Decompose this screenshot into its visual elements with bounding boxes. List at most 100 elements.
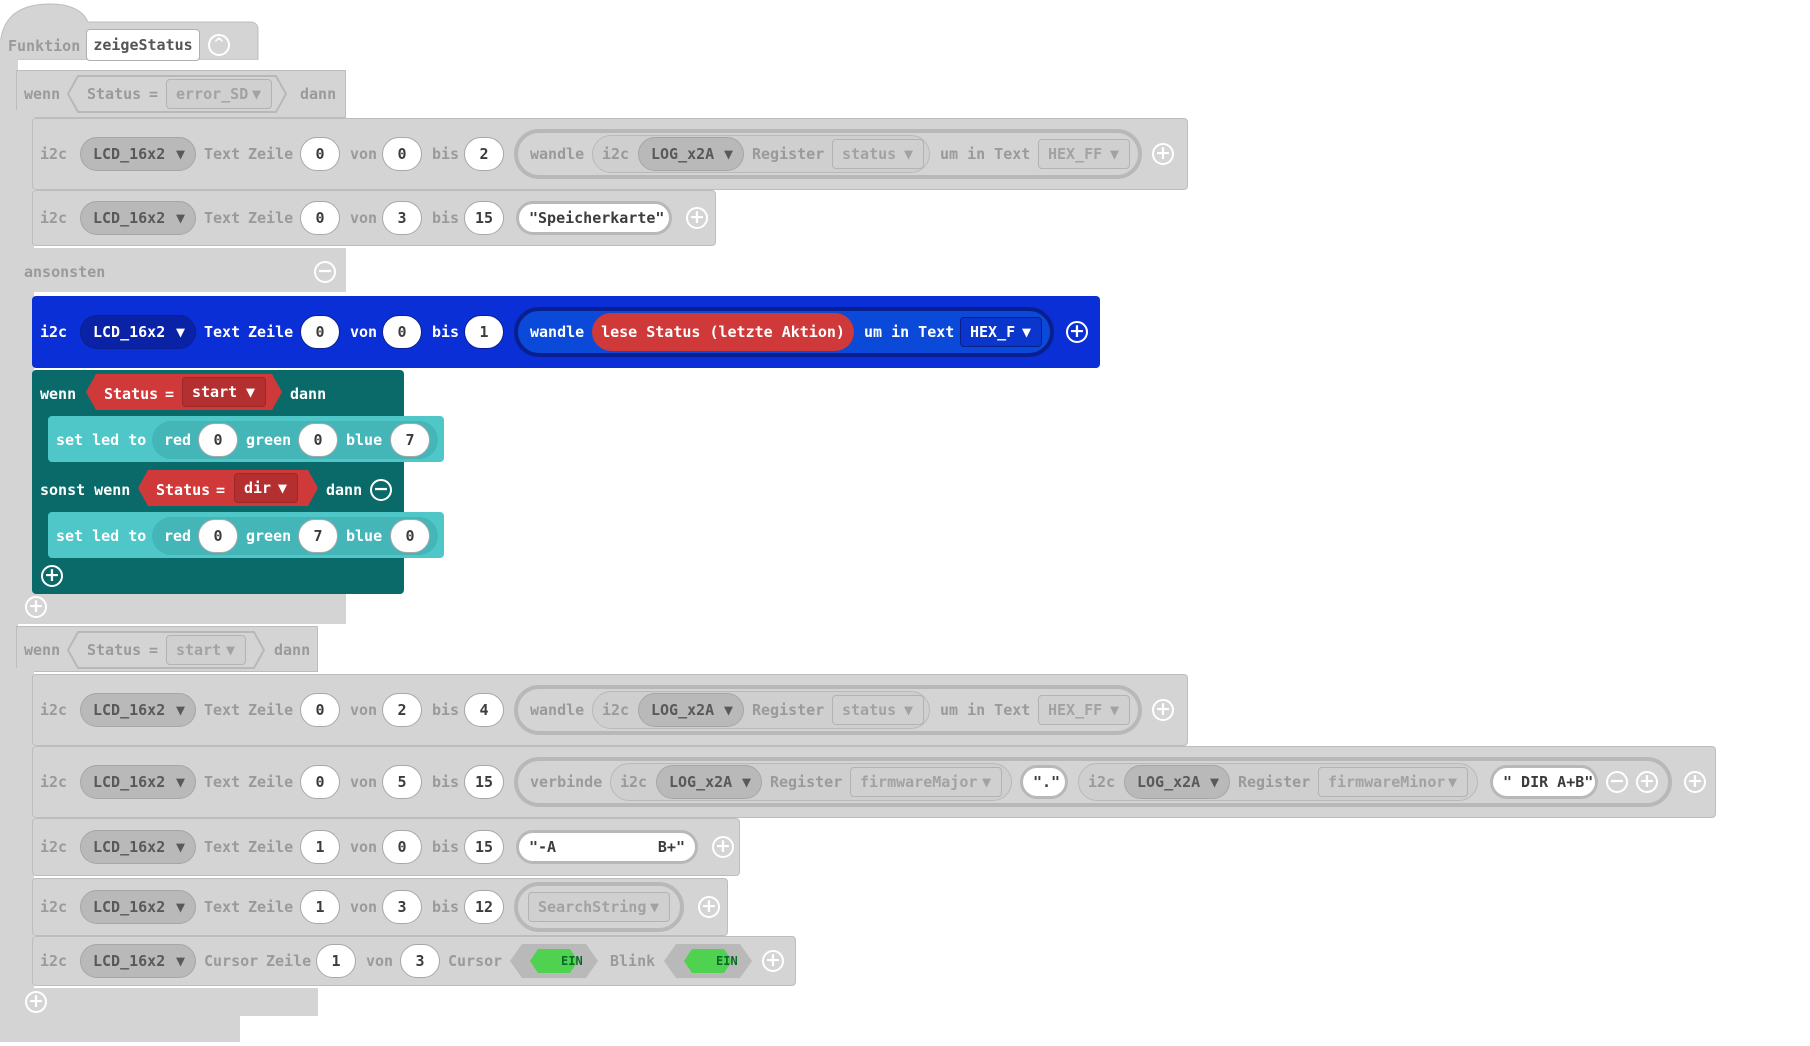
string-input[interactable]: " DIR A+B" xyxy=(1490,765,1598,799)
register-label: Register xyxy=(1238,773,1311,791)
add-icon[interactable]: + xyxy=(1636,771,1658,793)
von-input[interactable]: 3 xyxy=(400,944,440,978)
bis-input[interactable]: 1 xyxy=(464,315,504,349)
add-icon[interactable]: + xyxy=(1684,771,1706,793)
add-icon[interactable]: + xyxy=(1066,321,1088,343)
von-input[interactable]: 0 xyxy=(382,137,422,171)
add-icon[interactable]: + xyxy=(41,565,63,587)
von-input[interactable]: 2 xyxy=(382,693,422,727)
bis-input[interactable]: 15 xyxy=(464,830,504,864)
von-input[interactable]: 3 xyxy=(382,890,422,924)
chevron-down-icon: ▼ xyxy=(175,898,185,916)
device-dropdown[interactable]: LOG_x2A ▼ xyxy=(638,137,744,171)
um-in-text-label: um in Text xyxy=(940,701,1031,719)
remove-icon[interactable]: − xyxy=(314,261,336,283)
else-if-keyword: sonst wenn xyxy=(40,481,131,499)
blue-input[interactable]: 0 xyxy=(390,519,430,553)
collapse-icon[interactable]: ^ xyxy=(208,34,230,56)
von-input[interactable]: 5 xyxy=(382,765,422,799)
join-label: verbinde xyxy=(530,773,603,791)
zeile-input[interactable]: 1 xyxy=(300,890,340,924)
format-dropdown[interactable]: HEX_FF ▼ xyxy=(1038,695,1130,725)
chevron-down-icon: ▼ xyxy=(649,898,659,916)
red-input[interactable]: 0 xyxy=(198,423,238,457)
zeile-input[interactable]: 0 xyxy=(300,315,340,349)
von-input[interactable]: 0 xyxy=(382,315,422,349)
format-dropdown[interactable]: HEX_FF ▼ xyxy=(1038,139,1130,169)
bis-input[interactable]: 15 xyxy=(464,765,504,799)
read-status-block[interactable]: lese Status (letzte Aktion) xyxy=(592,313,854,351)
add-icon[interactable]: + xyxy=(686,207,708,229)
status-dropdown[interactable]: dir ▼ xyxy=(234,473,298,503)
device-dropdown[interactable]: LCD_16x2 ▼ xyxy=(80,890,196,924)
text-label: Text xyxy=(204,145,241,163)
register-dropdown[interactable]: status ▼ xyxy=(832,695,924,725)
add-icon[interactable]: + xyxy=(1152,143,1174,165)
register-dropdown[interactable]: firmwareMinor ▼ xyxy=(1318,767,1468,797)
add-icon[interactable]: + xyxy=(698,896,720,918)
von-label: von xyxy=(350,838,378,856)
toggle-blink[interactable] xyxy=(662,942,754,980)
else-keyword: ansonsten xyxy=(24,263,106,281)
device-dropdown[interactable]: LOG_x2A ▼ xyxy=(638,693,744,727)
bis-input[interactable]: 2 xyxy=(464,137,504,171)
zeile-label: Zeile xyxy=(248,145,294,163)
device-dropdown[interactable]: LCD_16x2 ▼ xyxy=(80,944,196,978)
condition-var: Status xyxy=(87,641,142,659)
device-dropdown[interactable]: LCD_16x2 ▼ xyxy=(80,830,196,864)
bis-input[interactable]: 12 xyxy=(464,890,504,924)
string-input[interactable]: "." xyxy=(1020,765,1068,799)
status-dropdown[interactable]: error_SD ▼ xyxy=(166,79,272,109)
device-dropdown[interactable]: LCD_16x2 ▼ xyxy=(80,315,196,349)
zeile-input[interactable]: 0 xyxy=(300,201,340,235)
device-dropdown[interactable]: LCD_16x2 ▼ xyxy=(80,201,196,235)
register-dropdown[interactable]: firmwareMajor ▼ xyxy=(850,767,1002,797)
bis-label: bis xyxy=(432,773,460,791)
chevron-down-icon: ▼ xyxy=(175,952,185,970)
string-input[interactable]: "-A B+" xyxy=(516,830,698,864)
zeile-input[interactable]: 0 xyxy=(300,137,340,171)
function-name-field[interactable]: zeigeStatus xyxy=(86,29,200,61)
add-icon[interactable]: + xyxy=(25,596,47,618)
string-input[interactable]: "Speicherkarte" xyxy=(516,201,672,235)
zeile-input[interactable]: 1 xyxy=(300,830,340,864)
device-dropdown[interactable]: LOG_x2A ▼ xyxy=(656,765,762,799)
format-dropdown[interactable]: HEX_F ▼ xyxy=(960,317,1042,347)
remove-icon[interactable]: − xyxy=(1606,771,1628,793)
von-input[interactable]: 0 xyxy=(382,830,422,864)
chevron-down-icon: ▼ xyxy=(175,773,185,791)
device-dropdown[interactable]: LCD_16x2 ▼ xyxy=(80,765,196,799)
i2c-label: i2c xyxy=(620,773,648,791)
i2c-label: i2c xyxy=(1088,773,1116,791)
green-input[interactable]: 0 xyxy=(298,423,338,457)
status-dropdown[interactable]: start ▼ xyxy=(182,377,266,407)
if-keyword: wenn xyxy=(24,641,61,659)
von-input[interactable]: 3 xyxy=(382,201,422,235)
zeile-input[interactable]: 1 xyxy=(316,944,356,978)
device-dropdown[interactable]: LCD_16x2 ▼ xyxy=(80,693,196,727)
add-icon[interactable]: + xyxy=(25,991,47,1013)
blue-input[interactable]: 7 xyxy=(390,423,430,457)
status-dropdown[interactable]: start ▼ xyxy=(166,635,246,665)
register-label: Register xyxy=(752,145,825,163)
bis-label: bis xyxy=(432,145,460,163)
device-dropdown[interactable]: LOG_x2A ▼ xyxy=(1124,765,1230,799)
zeile-label: Zeile xyxy=(248,898,294,916)
green-input[interactable]: 7 xyxy=(298,519,338,553)
bis-input[interactable]: 15 xyxy=(464,201,504,235)
variable-dropdown[interactable]: SearchString ▼ xyxy=(528,892,670,922)
chevron-down-icon: ▼ xyxy=(1109,701,1119,719)
add-icon[interactable]: + xyxy=(712,836,734,858)
text-label: Text xyxy=(204,898,241,916)
register-dropdown[interactable]: status ▼ xyxy=(832,139,924,169)
add-icon[interactable]: + xyxy=(762,950,784,972)
red-input[interactable]: 0 xyxy=(198,519,238,553)
text-label: Text xyxy=(204,838,241,856)
zeile-input[interactable]: 0 xyxy=(300,693,340,727)
device-dropdown[interactable]: LCD_16x2 ▼ xyxy=(80,137,196,171)
remove-icon[interactable]: − xyxy=(370,479,392,501)
bis-input[interactable]: 4 xyxy=(464,693,504,727)
zeile-input[interactable]: 0 xyxy=(300,765,340,799)
toggle-cursor[interactable] xyxy=(508,942,600,980)
add-icon[interactable]: + xyxy=(1152,699,1174,721)
